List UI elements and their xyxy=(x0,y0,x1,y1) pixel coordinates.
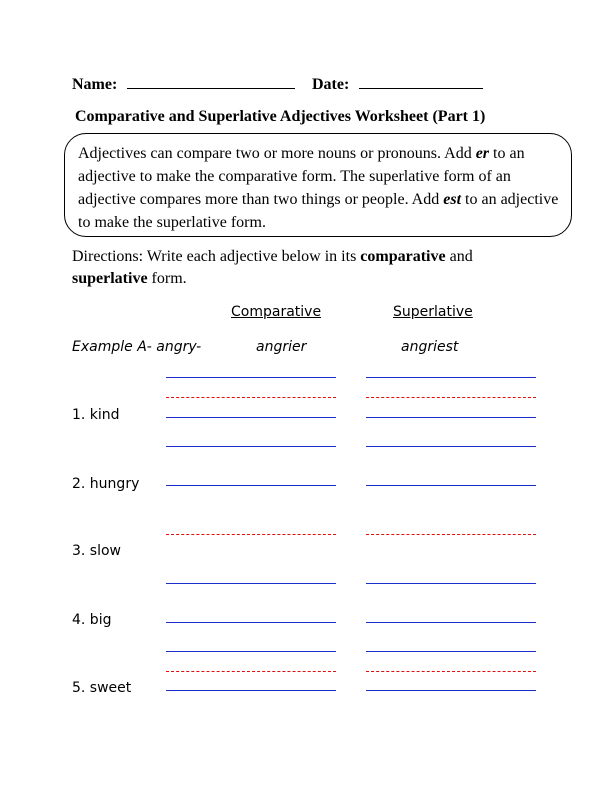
answer-line-comparative[interactable] xyxy=(166,622,336,623)
name-label: Name: xyxy=(72,76,118,93)
answer-line-superlative[interactable] xyxy=(366,485,536,486)
answer-line-comparative[interactable] xyxy=(166,377,336,378)
date-label: Date: xyxy=(312,76,350,93)
answer-line-superlative[interactable] xyxy=(366,377,536,378)
column-header-comparative: Comparative xyxy=(231,304,322,320)
directions-text: and xyxy=(445,248,473,265)
answer-line-comparative[interactable] xyxy=(166,485,336,486)
answer-line-superlative[interactable] xyxy=(366,690,536,691)
item-label: 1. kind xyxy=(72,407,120,423)
answer-line-superlative[interactable] xyxy=(366,417,536,418)
suffix-er: er xyxy=(475,145,490,162)
answer-line-superlative[interactable] xyxy=(366,651,536,652)
answer-line-comparative[interactable] xyxy=(166,417,336,418)
guide-line-comparative xyxy=(166,534,336,535)
item-label: 4. big xyxy=(72,612,112,628)
example-superlative: angriest xyxy=(401,339,459,355)
name-input-line[interactable] xyxy=(127,74,296,89)
guide-line-superlative xyxy=(366,671,536,672)
date-input-line[interactable] xyxy=(359,74,484,89)
answer-line-superlative[interactable] xyxy=(366,446,536,447)
answer-line-comparative[interactable] xyxy=(166,651,336,652)
item-label: 5. sweet xyxy=(72,680,132,696)
guide-line-superlative xyxy=(366,534,536,535)
suffix-est: est xyxy=(443,191,462,208)
info-text-part: Adjectives can compare two or more nouns… xyxy=(78,145,476,162)
column-header-superlative: Superlative xyxy=(393,304,473,320)
directions-text: form. xyxy=(147,270,187,287)
answer-line-comparative[interactable] xyxy=(166,446,336,447)
example-label: Example A- angry- xyxy=(72,339,202,355)
info-text: Adjectives can compare two or more nouns… xyxy=(78,142,568,234)
worksheet-title: Comparative and Superlative Adjectives W… xyxy=(75,108,486,125)
answer-line-superlative[interactable] xyxy=(366,583,536,584)
answer-line-superlative[interactable] xyxy=(366,622,536,623)
date-field-row: Date: xyxy=(312,74,484,94)
answer-line-comparative[interactable] xyxy=(166,690,336,691)
directions-bold-superlative: superlative xyxy=(72,270,148,287)
example-comparative: angrier xyxy=(256,339,307,355)
guide-line-comparative xyxy=(166,397,336,398)
directions-text: Directions: Write each adjective below i… xyxy=(72,248,361,265)
directions: Directions: Write each adjective below i… xyxy=(72,246,542,290)
guide-line-comparative xyxy=(166,671,336,672)
directions-bold-comparative: comparative xyxy=(360,248,446,265)
item-label: 3. slow xyxy=(72,543,122,559)
guide-line-superlative xyxy=(366,397,536,398)
name-field-row: Name: xyxy=(72,74,296,94)
answer-line-comparative[interactable] xyxy=(166,583,336,584)
item-label: 2. hungry xyxy=(72,476,140,492)
